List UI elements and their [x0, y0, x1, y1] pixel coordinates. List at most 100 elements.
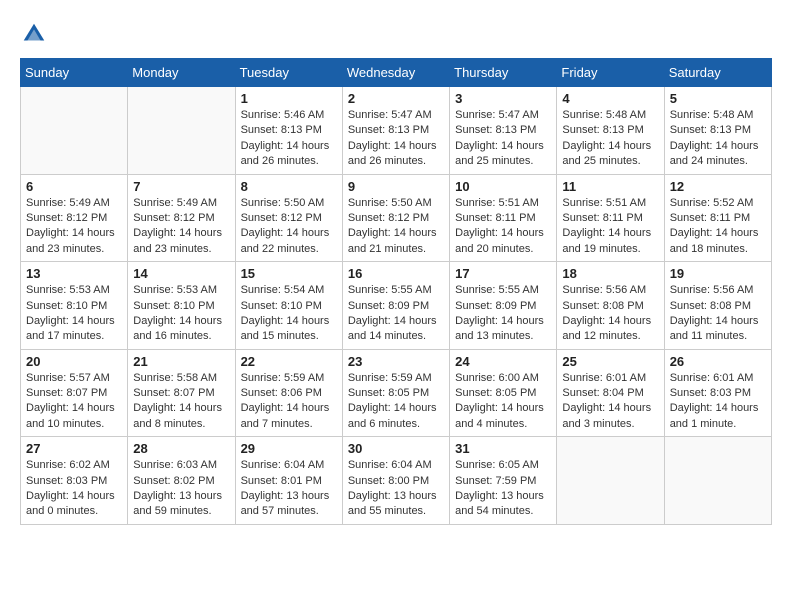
- calendar-cell: 5 Sunrise: 5:48 AMSunset: 8:13 PMDaylight…: [664, 87, 771, 175]
- day-info: Sunrise: 6:05 AMSunset: 7:59 PMDaylight:…: [455, 458, 551, 520]
- day-number: 21: [133, 354, 229, 369]
- day-info: Sunrise: 5:47 AMSunset: 8:13 PMDaylight:…: [348, 108, 444, 170]
- page-header: [20, 20, 772, 48]
- day-info: Sunrise: 5:53 AMSunset: 8:10 PMDaylight:…: [133, 283, 229, 345]
- calendar-cell: 20 Sunrise: 5:57 AMSunset: 8:07 PMDayligh…: [21, 349, 128, 437]
- day-number: 15: [241, 266, 337, 281]
- day-number: 20: [26, 354, 122, 369]
- calendar-header-row: SundayMondayTuesdayWednesdayThursdayFrid…: [21, 59, 772, 87]
- calendar-week-row: 6 Sunrise: 5:49 AMSunset: 8:12 PMDaylight…: [21, 174, 772, 262]
- day-info: Sunrise: 5:50 AMSunset: 8:12 PMDaylight:…: [348, 196, 444, 258]
- day-number: 28: [133, 441, 229, 456]
- day-info: Sunrise: 5:50 AMSunset: 8:12 PMDaylight:…: [241, 196, 337, 258]
- calendar-cell: 21 Sunrise: 5:58 AMSunset: 8:07 PMDayligh…: [128, 349, 235, 437]
- calendar-week-row: 20 Sunrise: 5:57 AMSunset: 8:07 PMDayligh…: [21, 349, 772, 437]
- calendar-cell: 11 Sunrise: 5:51 AMSunset: 8:11 PMDayligh…: [557, 174, 664, 262]
- calendar-cell: 10 Sunrise: 5:51 AMSunset: 8:11 PMDayligh…: [450, 174, 557, 262]
- calendar-cell: 6 Sunrise: 5:49 AMSunset: 8:12 PMDaylight…: [21, 174, 128, 262]
- day-number: 30: [348, 441, 444, 456]
- calendar-cell: [21, 87, 128, 175]
- day-number: 13: [26, 266, 122, 281]
- calendar-cell: 12 Sunrise: 5:52 AMSunset: 8:11 PMDayligh…: [664, 174, 771, 262]
- day-number: 2: [348, 91, 444, 106]
- day-number: 31: [455, 441, 551, 456]
- calendar-cell: 13 Sunrise: 5:53 AMSunset: 8:10 PMDayligh…: [21, 262, 128, 350]
- calendar-week-row: 13 Sunrise: 5:53 AMSunset: 8:10 PMDayligh…: [21, 262, 772, 350]
- day-info: Sunrise: 5:56 AMSunset: 8:08 PMDaylight:…: [670, 283, 766, 345]
- calendar-cell: 28 Sunrise: 6:03 AMSunset: 8:02 PMDayligh…: [128, 437, 235, 525]
- day-number: 7: [133, 179, 229, 194]
- day-info: Sunrise: 6:02 AMSunset: 8:03 PMDaylight:…: [26, 458, 122, 520]
- calendar-weekday-thursday: Thursday: [450, 59, 557, 87]
- logo: [20, 20, 52, 48]
- calendar-cell: 4 Sunrise: 5:48 AMSunset: 8:13 PMDaylight…: [557, 87, 664, 175]
- calendar-cell: [664, 437, 771, 525]
- calendar-cell: 23Sunrise: 5:59 AMSunset: 8:05 PMDayligh…: [342, 349, 449, 437]
- day-info: Sunrise: 6:04 AMSunset: 8:00 PMDaylight:…: [348, 458, 444, 520]
- day-number: 8: [241, 179, 337, 194]
- calendar-cell: 24Sunrise: 6:00 AMSunset: 8:05 PMDayligh…: [450, 349, 557, 437]
- calendar-cell: 19 Sunrise: 5:56 AMSunset: 8:08 PMDayligh…: [664, 262, 771, 350]
- day-info: Sunrise: 5:57 AMSunset: 8:07 PMDaylight:…: [26, 371, 122, 433]
- calendar-weekday-wednesday: Wednesday: [342, 59, 449, 87]
- day-number: 10: [455, 179, 551, 194]
- day-info: Sunrise: 5:58 AMSunset: 8:07 PMDaylight:…: [133, 371, 229, 433]
- calendar-cell: 26 Sunrise: 6:01 AMSunset: 8:03 PMDayligh…: [664, 349, 771, 437]
- day-info: Sunrise: 5:56 AMSunset: 8:08 PMDaylight:…: [562, 283, 658, 345]
- day-info: Sunrise: 6:03 AMSunset: 8:02 PMDaylight:…: [133, 458, 229, 520]
- day-info: Sunrise: 5:51 AMSunset: 8:11 PMDaylight:…: [562, 196, 658, 258]
- day-info: Sunrise: 5:59 AMSunset: 8:05 PMDaylight:…: [348, 371, 444, 433]
- day-number: 5: [670, 91, 766, 106]
- calendar-cell: 30 Sunrise: 6:04 AMSunset: 8:00 PMDayligh…: [342, 437, 449, 525]
- day-number: 14: [133, 266, 229, 281]
- calendar-weekday-sunday: Sunday: [21, 59, 128, 87]
- calendar-cell: [557, 437, 664, 525]
- calendar-cell: 18Sunrise: 5:56 AMSunset: 8:08 PMDayligh…: [557, 262, 664, 350]
- day-info: Sunrise: 6:01 AMSunset: 8:03 PMDaylight:…: [670, 371, 766, 433]
- calendar-cell: 8 Sunrise: 5:50 AMSunset: 8:12 PMDaylight…: [235, 174, 342, 262]
- calendar-weekday-friday: Friday: [557, 59, 664, 87]
- day-number: 22: [241, 354, 337, 369]
- day-number: 17: [455, 266, 551, 281]
- day-number: 1: [241, 91, 337, 106]
- day-info: Sunrise: 5:52 AMSunset: 8:11 PMDaylight:…: [670, 196, 766, 258]
- calendar-cell: 1 Sunrise: 5:46 AMSunset: 8:13 PMDaylight…: [235, 87, 342, 175]
- day-info: Sunrise: 5:49 AMSunset: 8:12 PMDaylight:…: [26, 196, 122, 258]
- day-number: 4: [562, 91, 658, 106]
- logo-icon: [20, 20, 48, 48]
- calendar-table: SundayMondayTuesdayWednesdayThursdayFrid…: [20, 58, 772, 525]
- calendar-cell: 14 Sunrise: 5:53 AMSunset: 8:10 PMDayligh…: [128, 262, 235, 350]
- day-number: 16: [348, 266, 444, 281]
- calendar-cell: 29Sunrise: 6:04 AMSunset: 8:01 PMDayligh…: [235, 437, 342, 525]
- day-number: 9: [348, 179, 444, 194]
- calendar-weekday-saturday: Saturday: [664, 59, 771, 87]
- calendar-cell: 9 Sunrise: 5:50 AMSunset: 8:12 PMDaylight…: [342, 174, 449, 262]
- calendar-cell: 31 Sunrise: 6:05 AMSunset: 7:59 PMDayligh…: [450, 437, 557, 525]
- calendar-cell: 22Sunrise: 5:59 AMSunset: 8:06 PMDayligh…: [235, 349, 342, 437]
- day-number: 24: [455, 354, 551, 369]
- calendar-cell: 17 Sunrise: 5:55 AMSunset: 8:09 PMDayligh…: [450, 262, 557, 350]
- calendar-cell: 16Sunrise: 5:55 AMSunset: 8:09 PMDayligh…: [342, 262, 449, 350]
- calendar-cell: 7 Sunrise: 5:49 AMSunset: 8:12 PMDaylight…: [128, 174, 235, 262]
- day-number: 27: [26, 441, 122, 456]
- calendar-weekday-monday: Monday: [128, 59, 235, 87]
- day-number: 6: [26, 179, 122, 194]
- day-info: Sunrise: 5:53 AMSunset: 8:10 PMDaylight:…: [26, 283, 122, 345]
- day-number: 25: [562, 354, 658, 369]
- day-info: Sunrise: 5:49 AMSunset: 8:12 PMDaylight:…: [133, 196, 229, 258]
- day-info: Sunrise: 5:55 AMSunset: 8:09 PMDaylight:…: [455, 283, 551, 345]
- day-number: 19: [670, 266, 766, 281]
- day-info: Sunrise: 6:01 AMSunset: 8:04 PMDaylight:…: [562, 371, 658, 433]
- day-number: 29: [241, 441, 337, 456]
- day-info: Sunrise: 5:48 AMSunset: 8:13 PMDaylight:…: [670, 108, 766, 170]
- day-info: Sunrise: 5:46 AMSunset: 8:13 PMDaylight:…: [241, 108, 337, 170]
- day-info: Sunrise: 5:54 AMSunset: 8:10 PMDaylight:…: [241, 283, 337, 345]
- calendar-week-row: 27 Sunrise: 6:02 AMSunset: 8:03 PMDayligh…: [21, 437, 772, 525]
- calendar-cell: 3Sunrise: 5:47 AMSunset: 8:13 PMDaylight…: [450, 87, 557, 175]
- calendar-cell: [128, 87, 235, 175]
- day-info: Sunrise: 5:51 AMSunset: 8:11 PMDaylight:…: [455, 196, 551, 258]
- day-number: 26: [670, 354, 766, 369]
- day-number: 12: [670, 179, 766, 194]
- day-info: Sunrise: 5:48 AMSunset: 8:13 PMDaylight:…: [562, 108, 658, 170]
- day-number: 11: [562, 179, 658, 194]
